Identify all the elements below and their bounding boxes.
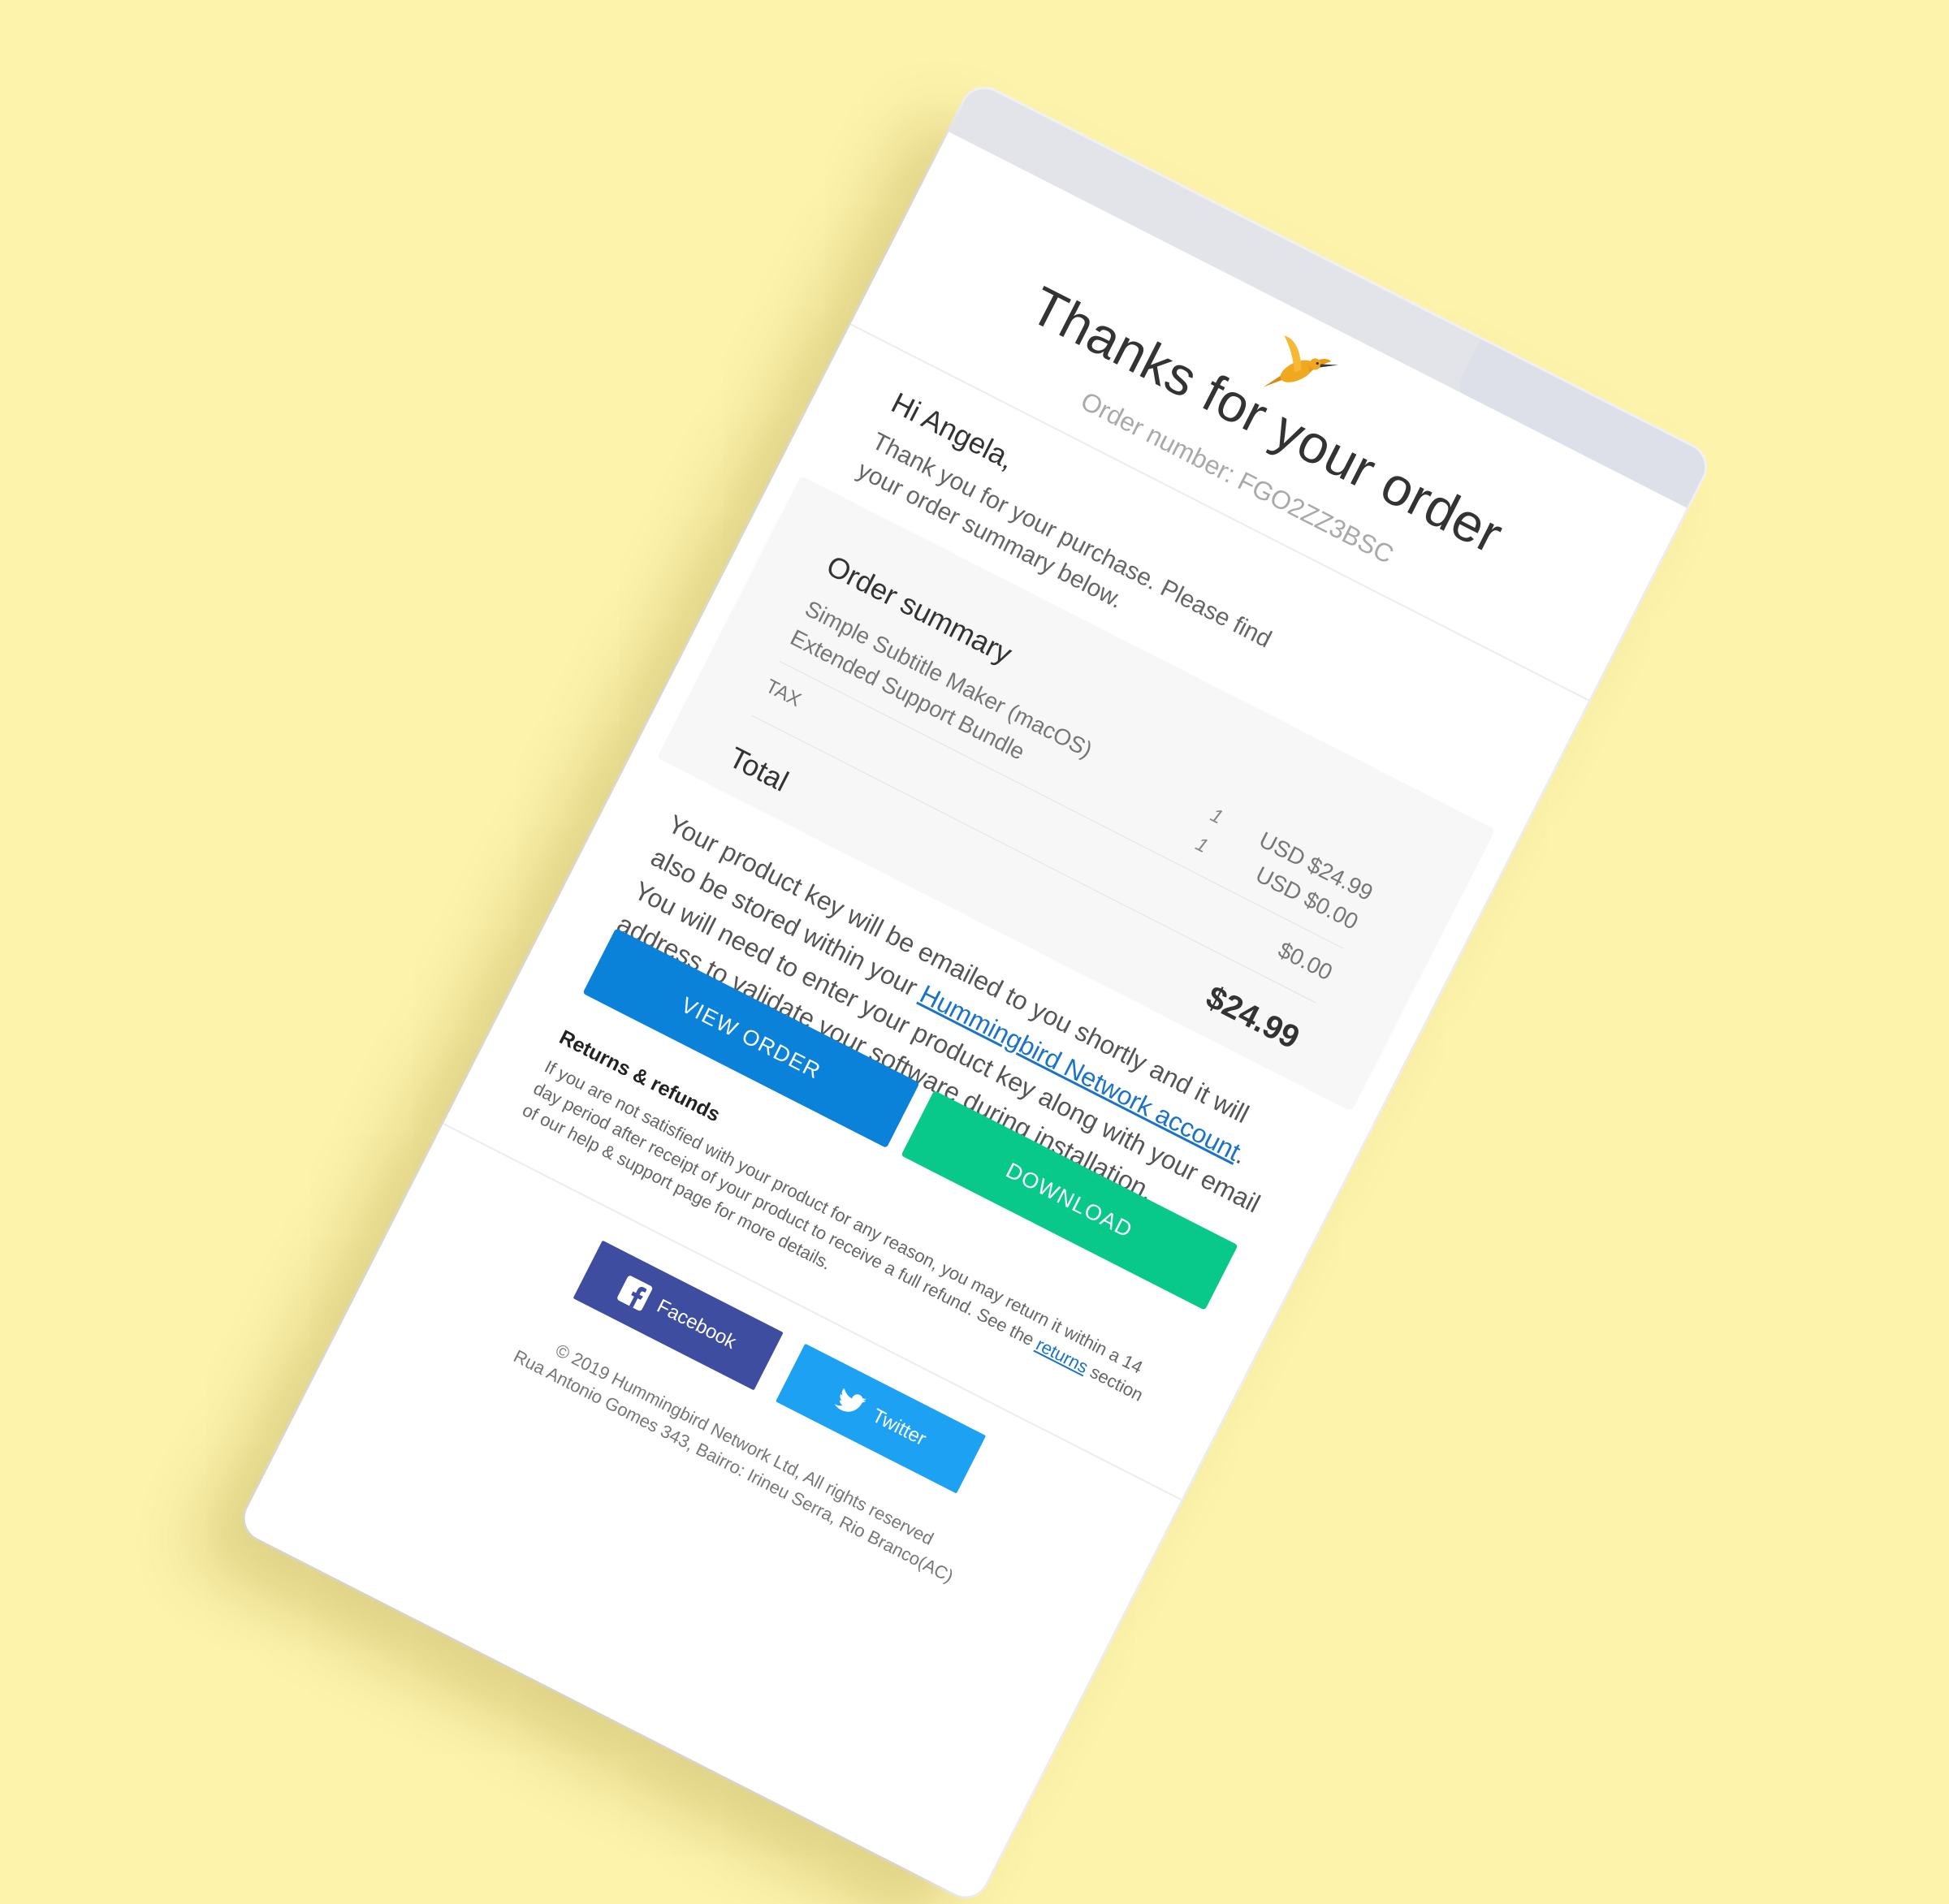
twitter-icon [831, 1384, 870, 1423]
facebook-icon [616, 1274, 655, 1313]
line-item-qty: 1 [1206, 804, 1227, 829]
total-label: Total [724, 740, 794, 798]
twitter-label: Twitter [868, 1404, 930, 1451]
tax-value: $0.00 [1274, 936, 1337, 986]
line-item-qty: 1 [1191, 833, 1212, 858]
facebook-label: Facebook [653, 1294, 740, 1354]
email-body: Thanks for your order Order number: FGO2… [237, 132, 1688, 1904]
phone-device: Thanks for your order Order number: FGO2… [237, 81, 1713, 1904]
total-value: $24.99 [1200, 978, 1306, 1056]
tax-label: TAX [762, 675, 805, 712]
